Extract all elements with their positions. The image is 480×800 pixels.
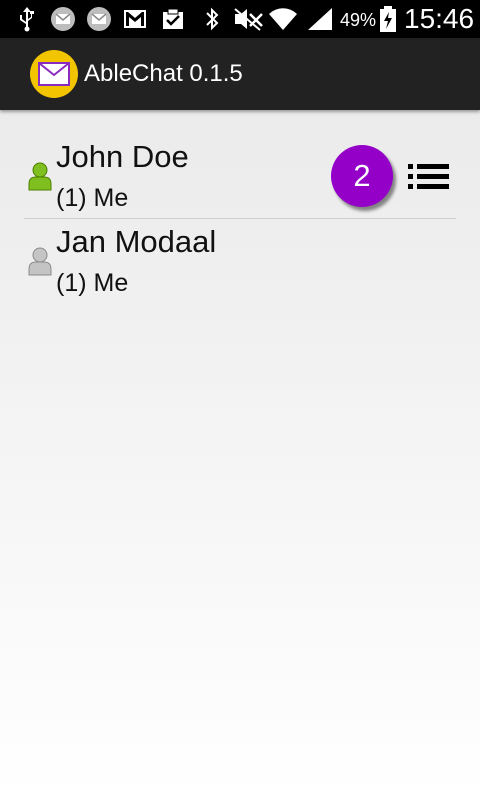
contact-subtitle: (1) Me <box>56 269 129 297</box>
status-time: 15:46 <box>404 3 475 34</box>
action-bar: AbleChat 0.1.5 <box>0 38 480 110</box>
list-menu-icon[interactable] <box>408 162 452 192</box>
gmail-icon <box>124 10 146 28</box>
wifi-icon <box>269 8 297 30</box>
clipboard-check-icon <box>163 8 183 29</box>
signal-icon <box>308 8 332 30</box>
person-online-icon <box>28 162 52 191</box>
contact-subtitle: (1) Me <box>56 184 129 212</box>
person-offline-icon <box>28 247 52 276</box>
mail-icon <box>51 7 75 31</box>
battery-percentage: 49% <box>340 10 377 30</box>
unread-count-badge[interactable]: 2 <box>331 145 393 207</box>
usb-icon <box>20 7 34 32</box>
contact-item-jan-modaal[interactable]: Jan Modaal (1) Me <box>24 224 456 309</box>
battery-icon <box>380 6 396 32</box>
envelope-icon <box>38 62 70 86</box>
contact-name: Jan Modaal <box>56 224 217 259</box>
app-logo[interactable] <box>30 50 78 98</box>
contact-name: John Doe <box>56 139 189 174</box>
status-bar: 49% 15:46 <box>0 0 480 38</box>
mail-icon <box>87 7 111 31</box>
bluetooth-icon <box>206 7 219 31</box>
list-divider <box>24 218 456 219</box>
mute-icon <box>234 8 263 31</box>
app-title: AbleChat 0.1.5 <box>84 60 243 87</box>
